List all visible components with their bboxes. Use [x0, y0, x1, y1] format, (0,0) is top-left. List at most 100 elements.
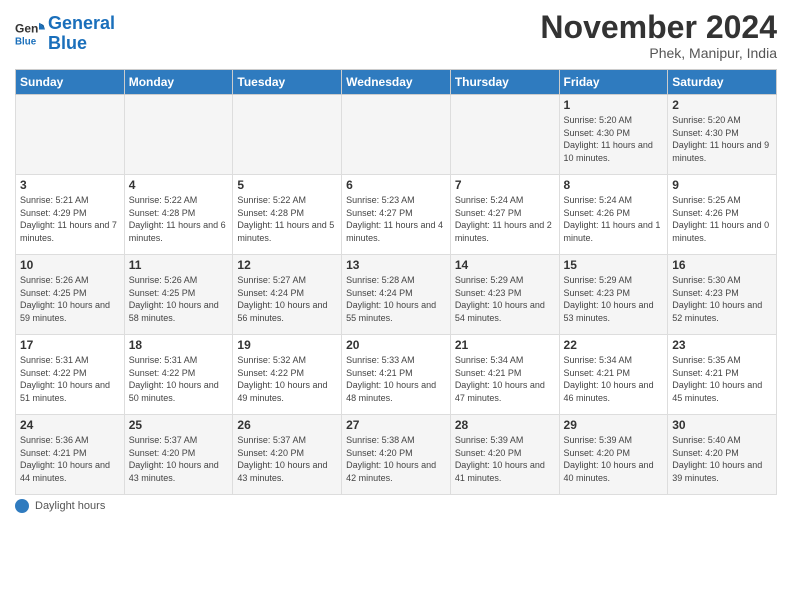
day-number: 27 — [346, 418, 446, 432]
day-number: 8 — [564, 178, 664, 192]
day-number: 19 — [237, 338, 337, 352]
col-header-wednesday: Wednesday — [342, 70, 451, 95]
day-number: 7 — [455, 178, 555, 192]
calendar-cell: 24 Sunrise: 5:36 AM Sunset: 4:21 PM Dayli… — [16, 415, 125, 495]
day-number: 20 — [346, 338, 446, 352]
logo-line1: General — [48, 13, 115, 33]
page-title: November 2024 — [540, 10, 777, 45]
day-info: Sunrise: 5:22 AM Sunset: 4:28 PM Dayligh… — [237, 194, 337, 244]
calendar-cell: 10 Sunrise: 5:26 AM Sunset: 4:25 PM Dayli… — [16, 255, 125, 335]
calendar-cell: 9Sunrise: 5:25 AM Sunset: 4:26 PM Daylig… — [668, 175, 777, 255]
day-info: Sunrise: 5:34 AM Sunset: 4:21 PM Dayligh… — [455, 354, 555, 404]
day-info: Sunrise: 5:34 AM Sunset: 4:21 PM Dayligh… — [564, 354, 664, 404]
calendar-cell: 8 Sunrise: 5:24 AM Sunset: 4:26 PM Daylig… — [559, 175, 668, 255]
day-info: Sunrise: 5:20 AM Sunset: 4:30 PM Dayligh… — [564, 114, 664, 164]
calendar-cell: 22 Sunrise: 5:34 AM Sunset: 4:21 PM Dayli… — [559, 335, 668, 415]
day-info: Sunrise: 5:24 AM Sunset: 4:26 PM Dayligh… — [564, 194, 664, 244]
page-subtitle: Phek, Manipur, India — [540, 45, 777, 61]
calendar-week-5: 24 Sunrise: 5:36 AM Sunset: 4:21 PM Dayli… — [16, 415, 777, 495]
calendar-cell: 3Sunrise: 5:21 AM Sunset: 4:29 PM Daylig… — [16, 175, 125, 255]
calendar-cell: 4Sunrise: 5:22 AM Sunset: 4:28 PM Daylig… — [124, 175, 233, 255]
calendar-cell: 16 Sunrise: 5:30 AM Sunset: 4:23 PM Dayli… — [668, 255, 777, 335]
logo-icon: Gen Blue — [15, 19, 45, 49]
day-info: Sunrise: 5:20 AM Sunset: 4:30 PM Dayligh… — [672, 114, 772, 164]
day-number: 23 — [672, 338, 772, 352]
calendar-cell — [342, 95, 451, 175]
logo-line2: Blue — [48, 33, 87, 53]
day-number: 30 — [672, 418, 772, 432]
day-info: Sunrise: 5:40 AM Sunset: 4:20 PM Dayligh… — [672, 434, 772, 484]
calendar-cell: 7Sunrise: 5:24 AM Sunset: 4:27 PM Daylig… — [450, 175, 559, 255]
day-info: Sunrise: 5:27 AM Sunset: 4:24 PM Dayligh… — [237, 274, 337, 324]
day-number: 18 — [129, 338, 229, 352]
col-header-friday: Friday — [559, 70, 668, 95]
calendar-cell: 1 Sunrise: 5:20 AM Sunset: 4:30 PM Daylig… — [559, 95, 668, 175]
calendar-cell: 11 Sunrise: 5:26 AM Sunset: 4:25 PM Dayli… — [124, 255, 233, 335]
calendar-week-3: 10 Sunrise: 5:26 AM Sunset: 4:25 PM Dayli… — [16, 255, 777, 335]
col-header-monday: Monday — [124, 70, 233, 95]
day-number: 10 — [20, 258, 120, 272]
day-info: Sunrise: 5:32 AM Sunset: 4:22 PM Dayligh… — [237, 354, 337, 404]
calendar-cell: 18 Sunrise: 5:31 AM Sunset: 4:22 PM Dayli… — [124, 335, 233, 415]
day-number: 2 — [672, 98, 772, 112]
calendar-cell: 14 Sunrise: 5:29 AM Sunset: 4:23 PM Dayli… — [450, 255, 559, 335]
day-info: Sunrise: 5:21 AM Sunset: 4:29 PM Dayligh… — [20, 194, 120, 244]
day-info: Sunrise: 5:39 AM Sunset: 4:20 PM Dayligh… — [564, 434, 664, 484]
calendar-cell: 12 Sunrise: 5:27 AM Sunset: 4:24 PM Dayli… — [233, 255, 342, 335]
day-number: 21 — [455, 338, 555, 352]
svg-text:Blue: Blue — [15, 36, 37, 47]
day-number: 14 — [455, 258, 555, 272]
day-number: 4 — [129, 178, 229, 192]
calendar-cell: 15 Sunrise: 5:29 AM Sunset: 4:23 PM Dayli… — [559, 255, 668, 335]
calendar-cell: 21 Sunrise: 5:34 AM Sunset: 4:21 PM Dayli… — [450, 335, 559, 415]
calendar-cell: 19 Sunrise: 5:32 AM Sunset: 4:22 PM Dayli… — [233, 335, 342, 415]
day-info: Sunrise: 5:29 AM Sunset: 4:23 PM Dayligh… — [564, 274, 664, 324]
calendar-cell: 17Sunrise: 5:31 AM Sunset: 4:22 PM Dayli… — [16, 335, 125, 415]
calendar-cell: 20Sunrise: 5:33 AM Sunset: 4:21 PM Dayli… — [342, 335, 451, 415]
calendar-cell — [16, 95, 125, 175]
day-number: 11 — [129, 258, 229, 272]
calendar-cell: 29 Sunrise: 5:39 AM Sunset: 4:20 PM Dayli… — [559, 415, 668, 495]
calendar-cell: 5Sunrise: 5:22 AM Sunset: 4:28 PM Daylig… — [233, 175, 342, 255]
day-info: Sunrise: 5:26 AM Sunset: 4:25 PM Dayligh… — [20, 274, 120, 324]
day-info: Sunrise: 5:30 AM Sunset: 4:23 PM Dayligh… — [672, 274, 772, 324]
day-number: 13 — [346, 258, 446, 272]
day-info: Sunrise: 5:38 AM Sunset: 4:20 PM Dayligh… — [346, 434, 446, 484]
calendar-header-row: SundayMondayTuesdayWednesdayThursdayFrid… — [16, 70, 777, 95]
day-number: 12 — [237, 258, 337, 272]
calendar-week-2: 3Sunrise: 5:21 AM Sunset: 4:29 PM Daylig… — [16, 175, 777, 255]
day-info: Sunrise: 5:39 AM Sunset: 4:20 PM Dayligh… — [455, 434, 555, 484]
day-number: 1 — [564, 98, 664, 112]
footer-label: Daylight hours — [35, 500, 105, 512]
calendar-cell: 30 Sunrise: 5:40 AM Sunset: 4:20 PM Dayli… — [668, 415, 777, 495]
calendar-cell — [233, 95, 342, 175]
day-number: 29 — [564, 418, 664, 432]
calendar-cell: 13 Sunrise: 5:28 AM Sunset: 4:24 PM Dayli… — [342, 255, 451, 335]
header: Gen Blue General Blue November 2024 Phek… — [15, 10, 777, 61]
logo: Gen Blue General Blue — [15, 14, 115, 54]
svg-text:Gen: Gen — [15, 21, 38, 35]
day-number: 28 — [455, 418, 555, 432]
day-number: 15 — [564, 258, 664, 272]
calendar-week-4: 17Sunrise: 5:31 AM Sunset: 4:22 PM Dayli… — [16, 335, 777, 415]
day-info: Sunrise: 5:29 AM Sunset: 4:23 PM Dayligh… — [455, 274, 555, 324]
col-header-sunday: Sunday — [16, 70, 125, 95]
day-info: Sunrise: 5:36 AM Sunset: 4:21 PM Dayligh… — [20, 434, 120, 484]
day-info: Sunrise: 5:31 AM Sunset: 4:22 PM Dayligh… — [129, 354, 229, 404]
calendar-cell: 27 Sunrise: 5:38 AM Sunset: 4:20 PM Dayli… — [342, 415, 451, 495]
day-number: 26 — [237, 418, 337, 432]
calendar-cell: 26 Sunrise: 5:37 AM Sunset: 4:20 PM Dayli… — [233, 415, 342, 495]
day-number: 22 — [564, 338, 664, 352]
day-info: Sunrise: 5:37 AM Sunset: 4:20 PM Dayligh… — [237, 434, 337, 484]
day-number: 16 — [672, 258, 772, 272]
day-number: 24 — [20, 418, 120, 432]
col-header-tuesday: Tuesday — [233, 70, 342, 95]
day-info: Sunrise: 5:28 AM Sunset: 4:24 PM Dayligh… — [346, 274, 446, 324]
col-header-saturday: Saturday — [668, 70, 777, 95]
day-info: Sunrise: 5:37 AM Sunset: 4:20 PM Dayligh… — [129, 434, 229, 484]
calendar-cell: 23Sunrise: 5:35 AM Sunset: 4:21 PM Dayli… — [668, 335, 777, 415]
title-block: November 2024 Phek, Manipur, India — [540, 10, 777, 61]
day-info: Sunrise: 5:26 AM Sunset: 4:25 PM Dayligh… — [129, 274, 229, 324]
day-number: 9 — [672, 178, 772, 192]
calendar-cell: 6Sunrise: 5:23 AM Sunset: 4:27 PM Daylig… — [342, 175, 451, 255]
